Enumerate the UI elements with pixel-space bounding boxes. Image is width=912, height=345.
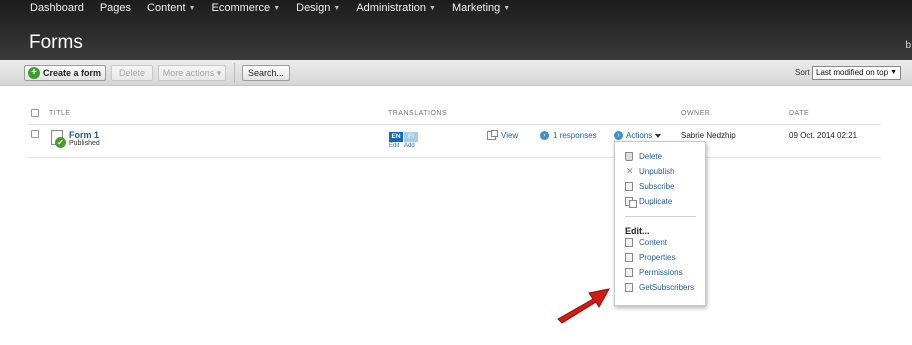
row-divider — [28, 157, 881, 158]
sort-label: Sort — [795, 68, 810, 77]
truncated-text: b — [905, 40, 911, 51]
menu-item-permissions[interactable]: Permissions — [625, 267, 683, 279]
sort-select[interactable]: Last modified on top ▼ — [812, 66, 901, 80]
sort-select-value: Last modified on top — [816, 68, 889, 77]
actions-menu-button[interactable]: Actions — [626, 131, 652, 140]
chevron-down-icon: ▼ — [890, 69, 897, 76]
responses-link[interactable]: 1 responses — [553, 131, 597, 140]
owner-cell: Sabrie Nedzhip — [681, 131, 736, 140]
menu-item-duplicate[interactable]: Duplicate — [625, 196, 672, 208]
actions-dropdown-menu: Delete ✕ Unpublish Subscribe Duplicate Ed… — [614, 141, 706, 306]
nav-item-ecommerce[interactable]: Ecommerce ▼ — [204, 0, 289, 16]
menu-item-label: Delete — [639, 152, 663, 161]
nav-item-dashboard[interactable]: Dashboard — [0, 0, 92, 16]
menu-item-subscribe[interactable]: Subscribe — [625, 181, 675, 193]
toolbar-divider — [234, 63, 235, 83]
arrow-right-circle-icon: › — [614, 131, 623, 140]
document-icon — [625, 238, 633, 247]
document-icon — [625, 253, 633, 262]
column-header-date: DATE — [789, 110, 810, 117]
arrow-right-circle-icon: › — [540, 131, 549, 140]
view-link[interactable]: View — [501, 131, 518, 140]
nav-item-pages[interactable]: Pages — [92, 0, 139, 16]
document-icon — [625, 283, 633, 292]
top-header: Dashboard Pages Content ▼ Ecommerce ▼ Desi… — [0, 0, 912, 60]
x-icon: ✕ — [626, 166, 634, 176]
trash-icon — [625, 152, 633, 161]
nav-item-label: Marketing — [451, 2, 501, 14]
nav-item-label: Dashboard — [30, 2, 84, 14]
menu-item-label: Subscribe — [639, 182, 675, 191]
nav-item-administration[interactable]: Administration ▼ — [348, 0, 444, 16]
column-header-owner: OWNER — [681, 110, 711, 117]
menu-item-unpublish[interactable]: ✕ Unpublish — [625, 166, 675, 178]
document-icon — [625, 268, 633, 277]
document-icon — [625, 182, 633, 191]
add-translation-link[interactable]: Add — [404, 143, 415, 149]
nav-item-label: Design — [296, 2, 331, 14]
menu-item-label: Permissions — [639, 268, 683, 277]
select-all-checkbox[interactable] — [31, 109, 39, 117]
plus-icon: + — [28, 67, 40, 79]
main-navigation: Dashboard Pages Content ▼ Ecommerce ▼ Desi… — [0, 0, 518, 16]
duplicate-icon — [625, 197, 637, 208]
menu-item-label: Properties — [639, 253, 676, 262]
menu-item-label: GetSubscribers — [639, 283, 695, 292]
red-arrow-icon — [557, 288, 610, 324]
toolbar: + Create a form Delete More actions ▾ Se… — [0, 60, 912, 86]
more-actions-button[interactable]: More actions ▾ — [158, 65, 226, 81]
check-icon: ✓ — [55, 137, 66, 148]
chevron-down-icon: ▼ — [429, 5, 436, 12]
form-title-link[interactable]: Form 1 — [69, 130, 99, 140]
create-form-label: Create a form — [43, 68, 102, 78]
edit-translation-link[interactable]: Edit — [389, 143, 399, 149]
menu-separator — [625, 216, 696, 217]
search-button[interactable]: Search... — [242, 65, 290, 81]
chevron-down-icon — [655, 134, 661, 138]
page-title: Forms — [29, 32, 83, 53]
column-header-translations: TRANSLATIONS — [388, 110, 448, 117]
view-icon — [487, 130, 498, 140]
menu-item-properties[interactable]: Properties — [625, 252, 675, 264]
chevron-down-icon: ▼ — [503, 5, 511, 12]
menu-item-label: Unpublish — [639, 167, 675, 176]
nav-item-label: Content — [147, 2, 186, 14]
row-checkbox[interactable] — [31, 130, 39, 138]
menu-item-label: Duplicate — [639, 197, 673, 206]
nav-item-marketing[interactable]: Marketing ▼ — [444, 0, 518, 16]
form-published-icon: ✓ — [51, 130, 66, 148]
chevron-down-icon: ▼ — [333, 5, 341, 12]
nav-item-label: Pages — [99, 2, 132, 14]
delete-button[interactable]: Delete — [111, 65, 153, 81]
menu-item-label: Content — [639, 238, 668, 247]
menu-item-delete[interactable]: Delete — [625, 151, 662, 163]
nav-item-label: Administration — [356, 2, 427, 14]
language-badge-en[interactable]: EN — [389, 132, 403, 142]
menu-section-heading: Edit... — [625, 226, 650, 236]
header-divider — [28, 124, 881, 125]
menu-item-getsubscribers[interactable]: GetSubscribers — [625, 282, 694, 294]
date-cell: 09 Oct. 2014 02:21 — [789, 131, 858, 140]
nav-item-label: Ecommerce — [211, 2, 271, 14]
column-header-title: TITLE — [49, 110, 71, 117]
chevron-down-icon: ▼ — [273, 5, 281, 12]
nav-item-design[interactable]: Design ▼ — [288, 0, 348, 16]
chevron-down-icon: ▼ — [188, 5, 196, 12]
nav-item-content[interactable]: Content ▼ — [139, 0, 203, 16]
create-form-button[interactable]: + Create a form — [24, 65, 106, 81]
language-badge-fi[interactable]: FI — [404, 132, 418, 142]
menu-item-content[interactable]: Content — [625, 237, 667, 249]
status-text: Published — [69, 140, 100, 147]
